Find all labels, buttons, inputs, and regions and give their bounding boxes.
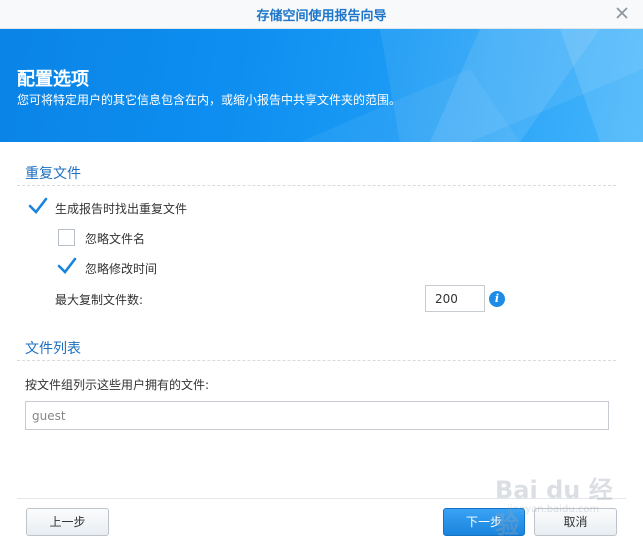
close-icon[interactable] <box>613 4 631 22</box>
ignore-filename-label: 忽略文件名 <box>85 232 146 246</box>
footer-divider <box>17 498 626 499</box>
page-description: 您可将特定用户的其它信息包含在内，或缩小报告中共享文件夹的范围。 <box>17 93 402 107</box>
title-bar: 存储空间使用报告向导 <box>0 0 643 29</box>
banner-background <box>300 29 643 142</box>
file-list-instruction: 按文件组列示这些用户拥有的文件: <box>25 378 210 392</box>
section-title-file-list: 文件列表 <box>25 341 81 357</box>
page-title: 配置选项 <box>17 69 89 90</box>
ignore-filename-checkbox[interactable] <box>58 229 75 246</box>
find-duplicates-checkbox[interactable] <box>28 197 48 216</box>
back-button[interactable]: 上一步 <box>26 508 109 536</box>
section-title-duplicate-files: 重复文件 <box>25 166 81 182</box>
ignore-modified-time-label: 忽略修改时间 <box>85 262 158 276</box>
section-divider <box>17 185 616 186</box>
next-button[interactable]: 下一步 <box>443 508 525 536</box>
header-banner: 配置选项 您可将特定用户的其它信息包含在内，或缩小报告中共享文件夹的范围。 <box>0 29 643 142</box>
checkmark-icon <box>28 197 48 214</box>
info-icon[interactable]: i <box>489 291 505 307</box>
max-copies-input[interactable]: 200 <box>425 285 485 312</box>
window-title: 存储空间使用报告向导 <box>256 9 387 24</box>
max-copies-label: 最大复制文件数: <box>55 293 144 307</box>
ignore-modified-time-checkbox[interactable] <box>57 257 77 276</box>
checkmark-icon <box>57 257 77 274</box>
find-duplicates-label: 生成报告时找出重复文件 <box>55 202 188 216</box>
users-input[interactable]: guest <box>25 401 609 430</box>
cancel-button[interactable]: 取消 <box>534 508 617 536</box>
section-divider <box>17 360 616 361</box>
